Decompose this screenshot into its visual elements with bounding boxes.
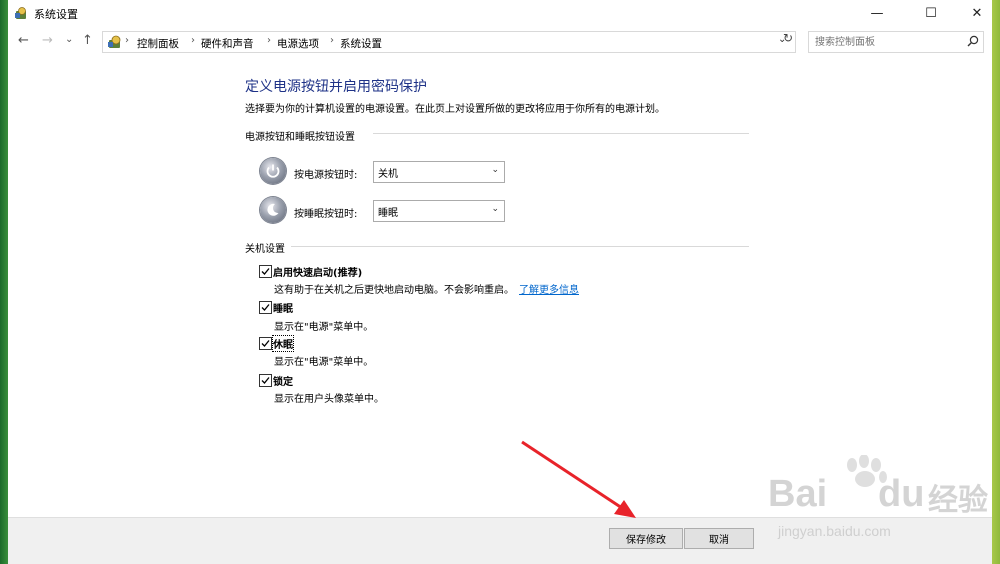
- breadcrumb-power-options[interactable]: 电源选项: [277, 36, 319, 51]
- up-arrow-icon[interactable]: ↑: [82, 33, 93, 48]
- maximize-button[interactable]: ☐: [908, 0, 954, 26]
- hibernate-option-label[interactable]: 休眠: [272, 335, 294, 352]
- search-input[interactable]: [813, 34, 967, 51]
- recent-locations-chevron-icon[interactable]: ⌄: [65, 34, 73, 45]
- checkmark-icon: [261, 304, 270, 311]
- breadcrumb-hardware-sound[interactable]: 硬件和声音: [201, 36, 254, 51]
- sleep-button-icon: [260, 197, 286, 223]
- sleep-button-action-value: 睡眠: [378, 208, 398, 219]
- minimize-button[interactable]: —: [854, 0, 900, 26]
- section-divider: [373, 133, 749, 134]
- sleep-option-label[interactable]: 睡眠: [273, 300, 293, 315]
- power-button-action-select[interactable]: 关机 ⌄: [373, 161, 505, 183]
- sleep-button-action-select[interactable]: 睡眠 ⌄: [373, 200, 505, 222]
- refresh-icon[interactable]: ↻: [783, 31, 799, 51]
- watermark-url-text: jingyan.baidu.com: [778, 523, 891, 539]
- sleep-button-label: 按睡眠按钮时:: [294, 209, 358, 220]
- power-section-title: 电源按钮和睡眠按钮设置: [245, 132, 355, 143]
- lock-option-description: 显示在用户头像菜单中。: [274, 394, 384, 405]
- power-button-action-value: 关机: [378, 169, 398, 180]
- window-title: 系统设置: [34, 8, 78, 21]
- watermark-jingyan-text: 经验: [928, 483, 988, 518]
- sleep-checkbox[interactable]: [259, 301, 272, 314]
- checkmark-icon: [261, 340, 270, 347]
- navigation-bar: ← → ⌄ ↑ › 控制面板 › 硬件和声音 › 电源选项 › 系统设置 ⌄ ↻: [8, 29, 992, 53]
- breadcrumb-separator: ›: [330, 35, 334, 46]
- fast-startup-description: 这有助于在关机之后更快地启动电脑。不会影响重启。 了解更多信息: [274, 285, 579, 296]
- forward-arrow-icon[interactable]: →: [42, 33, 53, 48]
- close-button[interactable]: ✕: [954, 0, 1000, 26]
- checkmark-icon: [261, 377, 270, 384]
- hibernate-option-description: 显示在"电源"菜单中。: [274, 357, 374, 368]
- red-annotation-arrow-icon: [521, 440, 636, 518]
- control-panel-app-icon: [15, 7, 26, 19]
- control-panel-icon: [108, 35, 121, 48]
- checkmark-icon: [261, 268, 270, 275]
- system-settings-window: 系统设置 — ☐ ✕ ← → ⌄ ↑ › 控制面板 › 硬件和声音 › 电源选项…: [8, 0, 992, 564]
- breadcrumb-separator: ›: [267, 35, 271, 46]
- page-description: 选择要为你的计算机设置的电源设置。在此页上对设置所做的更改将应用于你所有的电源计…: [245, 104, 665, 115]
- title-bar: 系统设置 — ☐ ✕: [8, 0, 992, 26]
- save-changes-button[interactable]: 保存修改: [609, 528, 683, 549]
- power-button-label: 按电源按钮时:: [294, 170, 358, 181]
- fast-startup-label[interactable]: 启用快速启动(推荐): [273, 264, 362, 279]
- search-icon[interactable]: [967, 35, 979, 47]
- learn-more-link[interactable]: 了解更多信息: [519, 285, 579, 296]
- baidu-jingyan-watermark: Bai du 经验 jingyan.baidu.com: [768, 454, 1000, 545]
- back-arrow-icon[interactable]: ←: [18, 33, 29, 48]
- power-button-icon: [260, 158, 286, 184]
- chevron-down-icon: ⌄: [491, 165, 499, 175]
- fast-startup-checkbox[interactable]: [259, 265, 272, 278]
- watermark-du-text: du: [878, 473, 925, 515]
- address-bar[interactable]: › 控制面板 › 硬件和声音 › 电源选项 › 系统设置 ⌄: [102, 31, 796, 53]
- page-title: 定义电源按钮并启用密码保护: [245, 79, 427, 95]
- breadcrumb-separator: ›: [125, 35, 129, 46]
- breadcrumb-separator: ›: [191, 35, 195, 46]
- lock-checkbox[interactable]: [259, 374, 272, 387]
- sleep-option-description: 显示在"电源"菜单中。: [274, 322, 374, 333]
- watermark-bai-text: Bai: [768, 473, 828, 515]
- breadcrumb-system-settings[interactable]: 系统设置: [340, 36, 382, 51]
- search-box: [808, 31, 984, 53]
- hibernate-checkbox[interactable]: [259, 337, 272, 350]
- cancel-button[interactable]: 取消: [684, 528, 754, 549]
- shutdown-section-title: 关机设置: [245, 244, 285, 255]
- breadcrumb-control-panel[interactable]: 控制面板: [137, 36, 179, 51]
- chevron-down-icon: ⌄: [491, 204, 499, 214]
- section-divider: [291, 246, 749, 247]
- lock-option-label[interactable]: 锁定: [273, 373, 293, 388]
